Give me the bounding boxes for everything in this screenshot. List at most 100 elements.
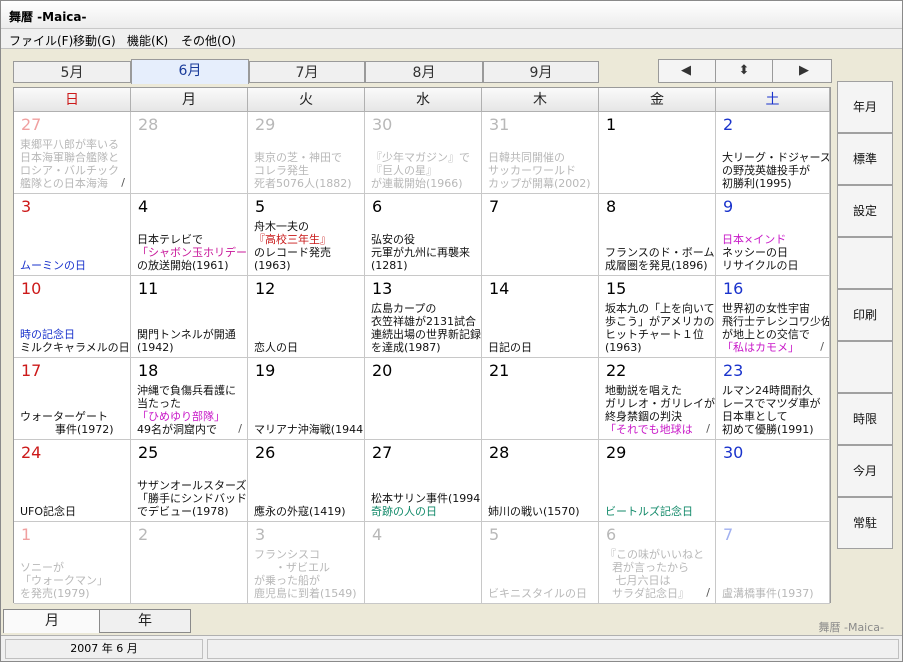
day-cell[interactable]: 15 坂本九の「上を向いて 歩こう」がアメリカの ヒットチャート１位 (1963) <box>599 276 716 358</box>
day-cell[interactable]: 31 日韓共同開催の サッカーワールド カップが開幕(2002) <box>482 112 599 194</box>
day-cell[interactable]: 3 フランシスコ ・ザビエル が乗った船が 鹿児島に到着(1549) <box>248 522 365 604</box>
month-tab-1[interactable]: 5月 <box>13 61 131 83</box>
day-cell[interactable]: 17 ウォーターゲート 事件(1972) <box>14 358 131 440</box>
day-cell[interactable]: 11 関門トンネルが開通 (1942) <box>131 276 248 358</box>
sidebar-button-4[interactable] <box>837 237 893 289</box>
day-cell[interactable]: 25 サザンオールスターズ 「勝手にシンドバッド」 でデビュー(1978) <box>131 440 248 522</box>
day-number: 28 <box>489 443 510 462</box>
day-cell[interactable]: 23 ルマン24時間耐久 レースでマツダ車が 日本車として 初めて優勝(1991) <box>716 358 830 440</box>
sidebar-button-1[interactable]: 年月 <box>837 81 893 133</box>
window-title: 舞暦 -Maica- <box>9 10 87 24</box>
day-event-text: 死者5076人(1882) <box>254 177 352 190</box>
day-number: 6 <box>606 525 617 544</box>
day-cell[interactable]: 18 沖縄で負傷兵看護に 当たった 「ひめゆり部隊」 49名が洞窟内で / <box>131 358 248 440</box>
day-cell[interactable]: 1 <box>599 112 716 194</box>
day-event-text: サザンオールスターズ <box>137 479 247 492</box>
day-cell[interactable]: 2 大リーグ・ドジャース の野茂英雄投手が 初勝利(1995) <box>716 112 830 194</box>
day-event-text: 坂本九の「上を向いて <box>605 302 715 315</box>
day-cell[interactable]: 4 日本テレビで 「シャボン玉ホリデー」 の放送開始(1961) <box>131 194 248 276</box>
day-cell[interactable]: 7 <box>482 194 599 276</box>
month-tab-3[interactable]: 7月 <box>249 61 365 83</box>
weekday-4: 木 <box>482 88 599 112</box>
sidebar-button-6[interactable] <box>837 341 893 393</box>
sidebar-button-3[interactable]: 設定 <box>837 185 893 237</box>
menu-other[interactable]: その他(O) <box>181 32 236 49</box>
day-cell[interactable]: 5 舟木一夫の 『高校三年生』 のレコード発売 (1963) <box>248 194 365 276</box>
day-event-text: 松本サリン事件(1994) <box>371 492 482 505</box>
day-cell[interactable]: 29 ビートルズ記念日 <box>599 440 716 522</box>
day-number: 30 <box>723 443 744 462</box>
menu-file[interactable]: ファイル(F) <box>9 32 73 49</box>
menu-function[interactable]: 機能(K) <box>127 32 168 49</box>
day-event-text: 49名が洞窟内で <box>137 423 217 436</box>
view-tab-year[interactable]: 年 <box>99 609 191 633</box>
day-cell[interactable]: 28 姉川の戦い(1570) <box>482 440 599 522</box>
day-number: 7 <box>489 197 500 216</box>
day-cell[interactable]: 8 フランスのド・ボーム 成層圏を発見(1896) <box>599 194 716 276</box>
day-cell[interactable]: 13 広島カープの 衣笠祥雄が2131試合 連続出場の世界新記録 を達成(1987) <box>365 276 482 358</box>
day-cell[interactable]: 28 <box>131 112 248 194</box>
day-cell[interactable]: 24 UFO記念日 <box>14 440 131 522</box>
day-cell[interactable]: 3 ムーミンの日 <box>14 194 131 276</box>
day-cell[interactable]: 30 <box>716 440 830 522</box>
view-tab-month[interactable]: 月 <box>3 609 101 633</box>
day-event-text: が地上との交信で <box>722 328 810 341</box>
day-event-text: が連載開始(1966) <box>371 177 463 190</box>
day-cell[interactable]: 6 弘安の役 元軍が九州に再襲来 (1281) <box>365 194 482 276</box>
next-button[interactable]: ▶ <box>772 59 832 83</box>
day-cell[interactable]: 9 日本×インド ネッシーの日 リサイクルの日 <box>716 194 830 276</box>
day-event-text: 初勝利(1995) <box>722 177 792 190</box>
day-cell[interactable]: 27 松本サリン事件(1994) 奇跡の人の日 <box>365 440 482 522</box>
month-tab-4[interactable]: 8月 <box>365 61 483 83</box>
day-cell[interactable]: 26 應永の外寇(1419) <box>248 440 365 522</box>
sidebar-button-8[interactable]: 今月 <box>837 445 893 497</box>
day-event-text: ガリレオ・ガリレイが <box>605 397 715 410</box>
day-cell[interactable]: 19 マリアナ沖海戦(1944) <box>248 358 365 440</box>
updown-button[interactable]: ⬍ <box>715 59 773 83</box>
day-event-text: 東京の芝・神田で <box>254 151 342 164</box>
sidebar-button-7[interactable]: 時限 <box>837 393 893 445</box>
month-tab-2[interactable]: 6月 <box>131 59 249 84</box>
day-event-text: リサイクルの日 <box>722 259 799 272</box>
day-cell[interactable]: 30 『少年マガジン』で 『巨人の星』 が連載開始(1966) <box>365 112 482 194</box>
sidebar-button-9[interactable]: 常駐 <box>837 497 893 549</box>
more-indicator: / <box>820 340 824 353</box>
day-cell[interactable]: 10 時の記念日 ミルクキャラメルの日 <box>14 276 131 358</box>
prev-button[interactable]: ◀ <box>658 59 716 83</box>
day-event-text: 連続出場の世界新記録 <box>371 328 481 341</box>
day-number: 24 <box>21 443 42 462</box>
day-event-text: ロシア・バルチック <box>20 164 119 177</box>
sidebar-button-5[interactable]: 印刷 <box>837 289 893 341</box>
day-cell[interactable]: 12 恋人の日 <box>248 276 365 358</box>
month-tab-5[interactable]: 9月 <box>483 61 599 83</box>
day-cell[interactable]: 29 東京の芝・神田で コレラ発生 死者5076人(1882) <box>248 112 365 194</box>
day-event-text: 應永の外寇(1419) <box>254 505 346 518</box>
weekday-header: 日月火水木金土 <box>14 88 830 112</box>
day-cell[interactable]: 5 ビキニスタイルの日 <box>482 522 599 604</box>
day-number: 27 <box>21 115 42 134</box>
day-event-text: 大リーグ・ドジャース <box>722 151 830 164</box>
status-message <box>207 639 899 659</box>
day-event-text: 『少年マガジン』で <box>371 151 470 164</box>
day-cell[interactable]: 14 日記の日 <box>482 276 599 358</box>
day-cell[interactable]: 2 <box>131 522 248 604</box>
day-cell[interactable]: 7 盧溝橋事件(1937) <box>716 522 830 604</box>
day-cell[interactable]: 22 地動説を唱えた ガリレオ・ガリレイが 終身禁錮の判決 「それでも地球は / <box>599 358 716 440</box>
day-event-text: 初めて優勝(1991) <box>722 423 814 436</box>
day-event-text: 元軍が九州に再襲来 <box>371 246 470 259</box>
day-cell[interactable]: 6 『この味がいいねと 君が言ったから 七月六日は サラダ記念日』 / <box>599 522 716 604</box>
day-cell[interactable]: 4 <box>365 522 482 604</box>
day-cell[interactable]: 21 <box>482 358 599 440</box>
sidebar-button-2[interactable]: 標準 <box>837 133 893 185</box>
day-number: 7 <box>723 525 734 544</box>
day-cell[interactable]: 16 世界初の女性宇宙 飛行士テレシコワ少佐 が地上との交信で 「私はカモメ」 / <box>716 276 830 358</box>
day-event-text: 日記の日 <box>488 341 532 354</box>
day-number: 2 <box>138 525 149 544</box>
day-cell[interactable]: 20 <box>365 358 482 440</box>
day-number: 2 <box>723 115 734 134</box>
menu-move[interactable]: 移動(G) <box>73 32 116 49</box>
day-event-text: ビートルズ記念日 <box>605 505 693 518</box>
day-cell[interactable]: 1 ソニーが 「ウォークマン」 を発売(1979) <box>14 522 131 604</box>
day-cell[interactable]: 27 東郷平八郎が率いる 日本海軍聯合艦隊と ロシア・バルチック 艦隊との日本海海 / <box>14 112 131 194</box>
day-event-text: 君が言ったから <box>605 561 689 574</box>
